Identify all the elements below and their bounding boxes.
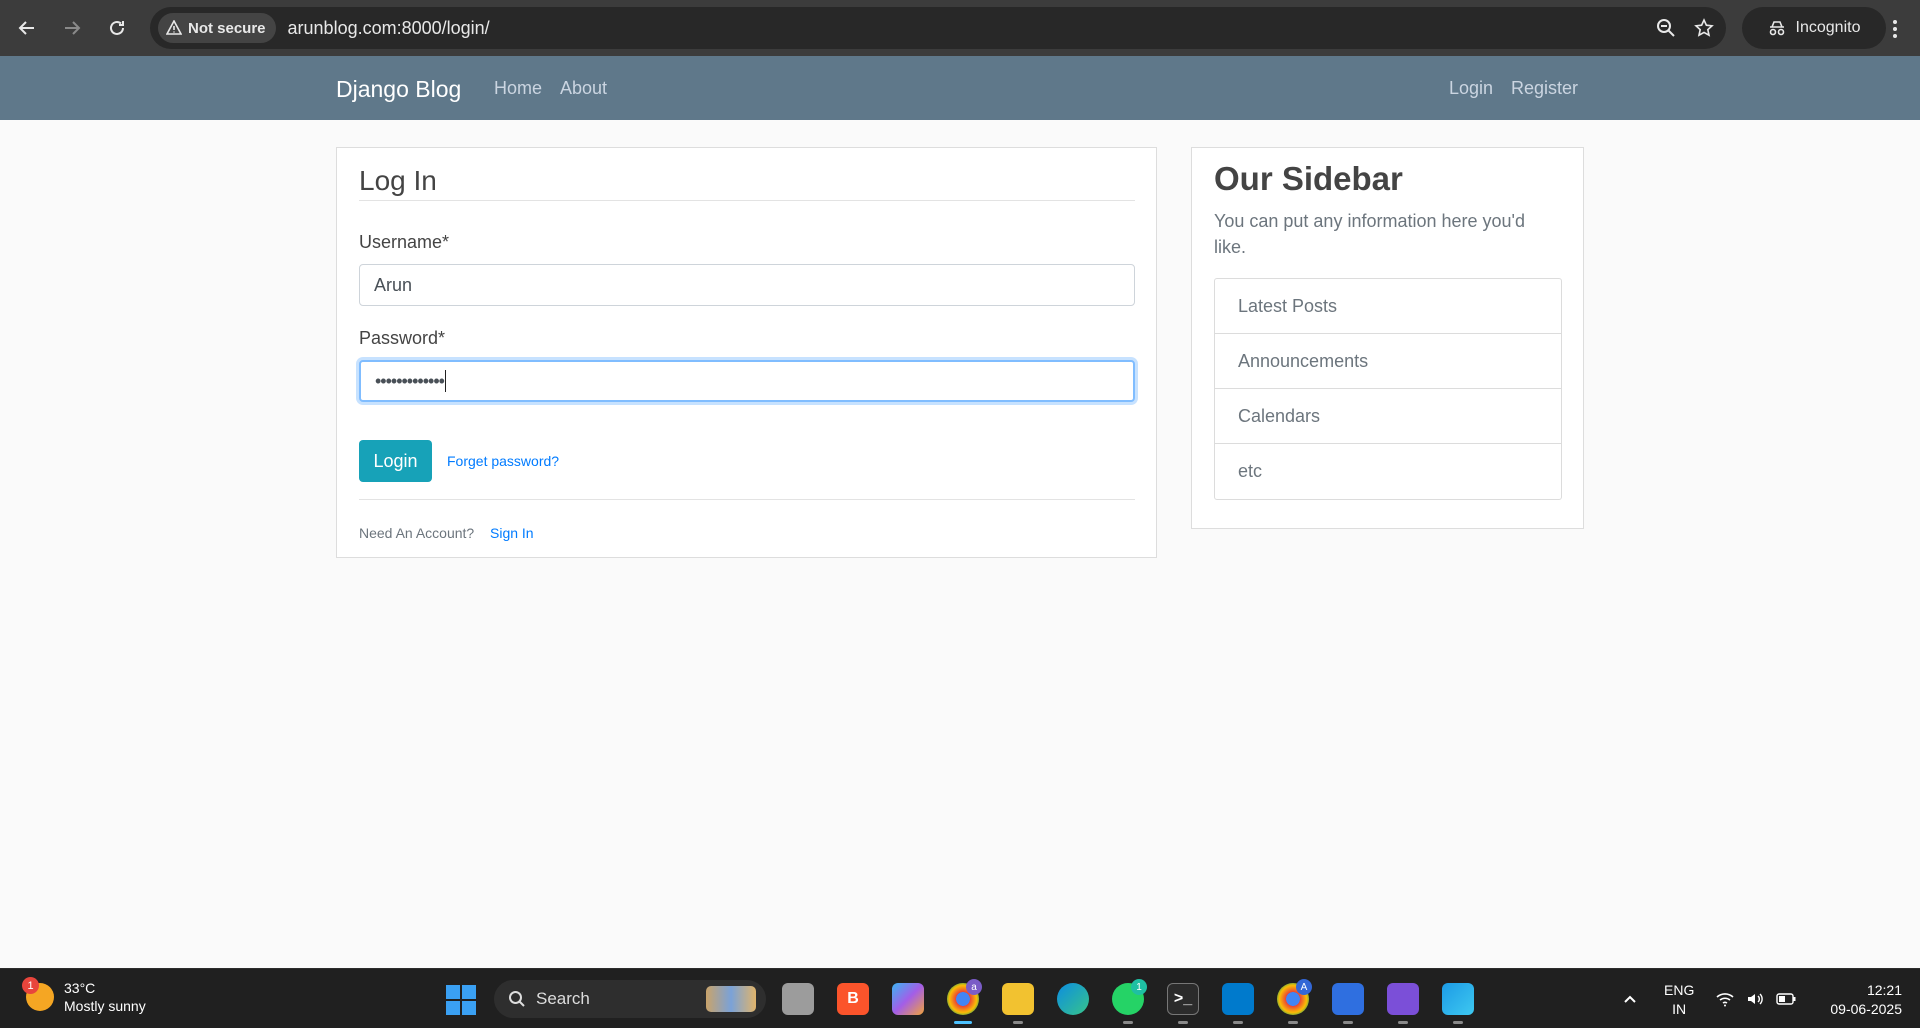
url-text[interactable]: arunblog.com:8000/login/: [288, 18, 490, 39]
active-app-indicator: [954, 1021, 972, 1024]
search-highlight-icon: [706, 986, 756, 1012]
vscode-icon[interactable]: [1222, 983, 1254, 1015]
site-info-chip[interactable]: Not secure: [158, 13, 276, 43]
app-indicator: [1398, 1021, 1408, 1024]
security-label: Not secure: [188, 19, 266, 37]
text-caret: [444, 370, 446, 392]
file-explorer-icon[interactable]: [1002, 983, 1034, 1015]
task-view-icon[interactable]: [782, 983, 814, 1015]
brave-browser-icon[interactable]: B: [837, 983, 869, 1015]
username-input[interactable]: Arun: [359, 264, 1135, 306]
password-label: Password*: [359, 328, 446, 348]
sidebar-title: Our Sidebar: [1214, 160, 1403, 197]
language-indicator[interactable]: ENG IN: [1664, 981, 1694, 1019]
whatsapp-badge: 1: [1131, 979, 1147, 995]
sidebar-card: Our Sidebar You can put any information …: [1191, 147, 1584, 529]
app-indicator: [1288, 1021, 1298, 1024]
search-icon: [509, 991, 525, 1007]
volume-icon: [1748, 993, 1763, 1005]
chrome2-profile-badge: A: [1296, 979, 1312, 995]
login-submit-button[interactable]: Login: [359, 440, 432, 482]
photos-icon[interactable]: [1442, 983, 1474, 1015]
app-indicator: [1233, 1021, 1243, 1024]
edge-browser-icon[interactable]: [1057, 983, 1089, 1015]
more-vertical-icon: [1893, 20, 1897, 38]
lang-line1: ENG: [1664, 982, 1695, 998]
forgot-password-link[interactable]: Forget password?: [447, 453, 559, 469]
terminal-icon[interactable]: >_: [1167, 983, 1199, 1015]
nav-login-link[interactable]: Login: [1449, 78, 1493, 99]
address-bar[interactable]: Not secure arunblog.com:8000/login/: [150, 7, 1726, 49]
app-indicator: [1453, 1021, 1463, 1024]
divider: [359, 200, 1135, 201]
windows-logo-icon: [446, 1001, 460, 1015]
clock-date: 09-06-2025: [1830, 1001, 1902, 1017]
site-navbar: Django Blog Home About Login Register: [0, 56, 1920, 120]
password-input[interactable]: •••••••••••••: [359, 360, 1135, 402]
windows-logo-icon: [446, 985, 460, 999]
windows-logo-icon: [462, 1001, 476, 1015]
weather-widget[interactable]: 1 33°C Mostly sunny: [22, 977, 146, 1015]
nav-about-link[interactable]: About: [560, 78, 607, 99]
app-indicator: [1123, 1021, 1133, 1024]
weather-badge: 1: [22, 977, 39, 994]
login-card: Log In Username* Arun Password* ••••••••…: [336, 147, 1157, 558]
reload-button[interactable]: [99, 10, 135, 46]
login-title: Log In: [359, 165, 437, 196]
chrome-profile-badge: a: [966, 979, 982, 995]
app-indicator: [1178, 1021, 1188, 1024]
sidebar-item-announcements[interactable]: Announcements: [1215, 334, 1561, 389]
sidebar-item-etc[interactable]: etc: [1215, 444, 1561, 499]
profile-label: Incognito: [1795, 19, 1861, 36]
system-tray[interactable]: [1716, 969, 1796, 1028]
windows-taskbar: 1 33°C Mostly sunny Search B a 1 >_ A EN…: [0, 968, 1920, 1028]
copilot-icon[interactable]: [892, 983, 924, 1015]
username-label: Username*: [359, 232, 450, 252]
obsidian-icon[interactable]: [1387, 983, 1419, 1015]
nav-home-link[interactable]: Home: [494, 78, 542, 99]
clock-time: 12:21: [1866, 982, 1902, 998]
browser-menu-button[interactable]: [1880, 14, 1910, 44]
search-label: Search: [536, 989, 590, 1008]
brand-link[interactable]: Django Blog: [336, 76, 461, 103]
nav-register-link[interactable]: Register: [1511, 78, 1578, 99]
windows-start-button[interactable]: [446, 985, 476, 1015]
browser-toolbar: Not secure arunblog.com:8000/login/ Inco…: [0, 0, 1920, 56]
windows-logo-icon: [462, 985, 476, 999]
incognito-icon: [1769, 21, 1784, 36]
sun-cloud-icon: 1: [22, 977, 54, 1011]
chevron-up-icon: [1624, 995, 1636, 1003]
forward-button[interactable]: [54, 10, 90, 46]
sidebar-text: You can put any information here you'd l…: [1214, 211, 1525, 257]
sidebar-item-latest-posts[interactable]: Latest Posts: [1215, 279, 1561, 334]
battery-icon: [1776, 993, 1796, 1005]
wifi-icon: [1716, 993, 1734, 1007]
taskbar-search[interactable]: Search: [494, 980, 766, 1018]
zoom-icon[interactable]: [1656, 18, 1676, 38]
arrow-right-icon: [65, 21, 81, 35]
app-indicator: [1013, 1021, 1023, 1024]
clock[interactable]: 12:21 09-06-2025: [1812, 981, 1902, 1019]
arrow-left-icon: [18, 21, 34, 35]
sidebar-list: Latest Posts Announcements Calendars etc: [1214, 278, 1562, 500]
lang-line2: IN: [1672, 1001, 1687, 1017]
tray-overflow-button[interactable]: [1622, 969, 1638, 1028]
warning-icon: [166, 20, 182, 35]
bookmark-star-icon[interactable]: [1694, 18, 1714, 38]
app-indicator: [1343, 1021, 1353, 1024]
reload-icon: [110, 20, 124, 35]
password-value: •••••••••••••: [375, 370, 445, 391]
divider: [359, 499, 1135, 500]
sign-in-link[interactable]: Sign In: [490, 525, 534, 541]
need-account-text: Need An Account?: [359, 525, 475, 541]
back-button[interactable]: [9, 10, 45, 46]
weather-temp: 33°C: [64, 980, 96, 996]
incognito-profile-button[interactable]: Incognito: [1742, 7, 1886, 49]
username-value: Arun: [374, 274, 413, 295]
weather-desc: Mostly sunny: [64, 998, 146, 1014]
sidebar-item-calendars[interactable]: Calendars: [1215, 389, 1561, 444]
app-icon[interactable]: [1332, 983, 1364, 1015]
